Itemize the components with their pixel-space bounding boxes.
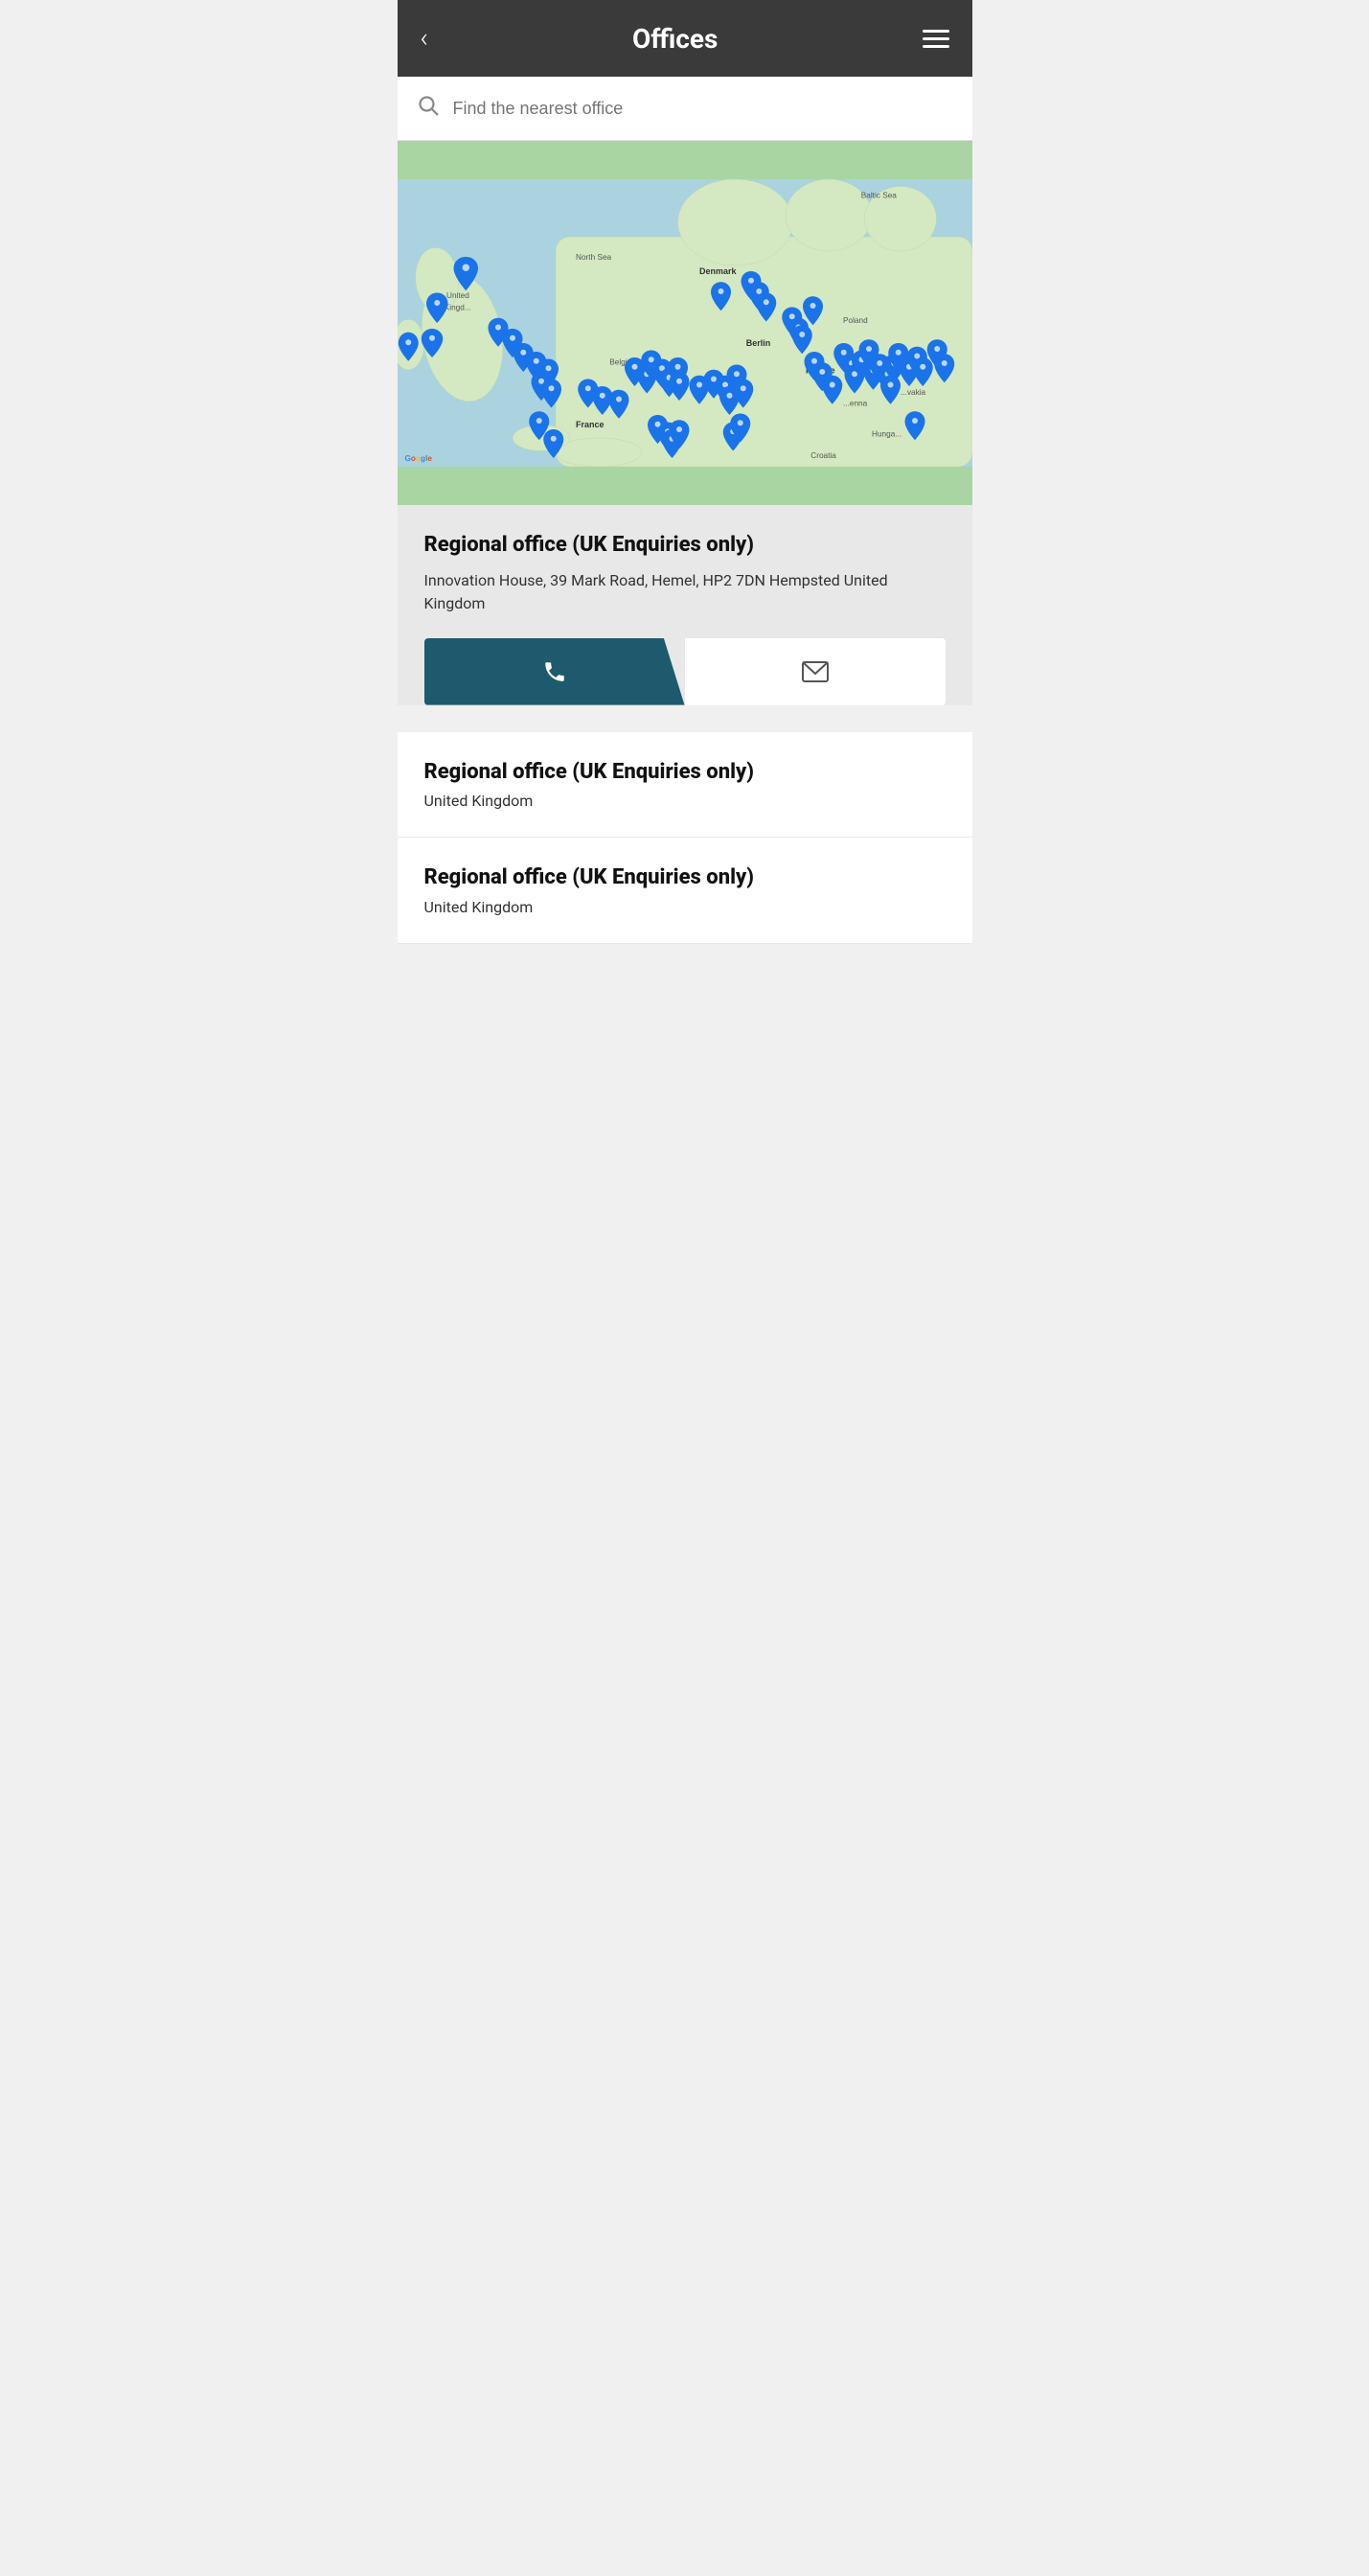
featured-office-address: Innovation House, 39 Mark Road, Hemel, H…: [424, 569, 946, 615]
map-container[interactable]: Baltic Sea North Sea Denmark United King…: [398, 141, 972, 505]
office-list-country-2: United Kingdom: [424, 898, 946, 916]
office-list-item[interactable]: Regional office (UK Enquiries only) Unit…: [398, 838, 972, 944]
back-button[interactable]: ‹: [421, 25, 428, 52]
office-list-title-2: Regional office (UK Enquiries only): [424, 864, 946, 892]
svg-text:Baltic Sea: Baltic Sea: [860, 192, 897, 200]
search-icon: [417, 94, 440, 123]
email-button[interactable]: [685, 638, 946, 705]
svg-text:France: France: [576, 420, 605, 429]
office-actions: [424, 638, 946, 705]
header: ‹ Offices: [398, 0, 972, 77]
page-title: Offices: [428, 23, 923, 55]
office-list-item[interactable]: Regional office (UK Enquiries only) Unit…: [398, 732, 972, 839]
featured-office-title: Regional office (UK Enquiries only): [424, 532, 946, 560]
office-list-country-1: United Kingdom: [424, 792, 946, 810]
svg-text:...enna: ...enna: [843, 399, 868, 407]
email-icon: [802, 661, 829, 682]
hamburger-menu-button[interactable]: [923, 30, 949, 48]
svg-text:Hunga...: Hunga...: [872, 430, 901, 439]
svg-text:Poland: Poland: [843, 316, 868, 325]
phone-button[interactable]: [424, 638, 685, 705]
featured-office-card: Regional office (UK Enquiries only) Inno…: [398, 505, 972, 705]
phone-icon: [542, 659, 567, 684]
office-list: Regional office (UK Enquiries only) Unit…: [398, 732, 972, 944]
svg-text:North Sea: North Sea: [576, 253, 612, 262]
svg-text:United: United: [446, 291, 469, 300]
svg-text:Denmark: Denmark: [699, 266, 738, 276]
menu-line-2: [923, 37, 949, 40]
svg-text:Croatia: Croatia: [810, 451, 836, 460]
menu-line-3: [923, 45, 949, 48]
search-bar: [398, 77, 972, 141]
svg-text:...vakia: ...vakia: [901, 388, 926, 397]
svg-text:Berlin: Berlin: [745, 338, 770, 348]
search-input[interactable]: [453, 99, 953, 119]
map-svg: Baltic Sea North Sea Denmark United King…: [398, 141, 972, 505]
svg-text:Kingd...: Kingd...: [444, 304, 470, 312]
svg-text:Google: Google: [404, 454, 432, 463]
office-list-title-1: Regional office (UK Enquiries only): [424, 759, 946, 787]
menu-line-1: [923, 30, 949, 33]
